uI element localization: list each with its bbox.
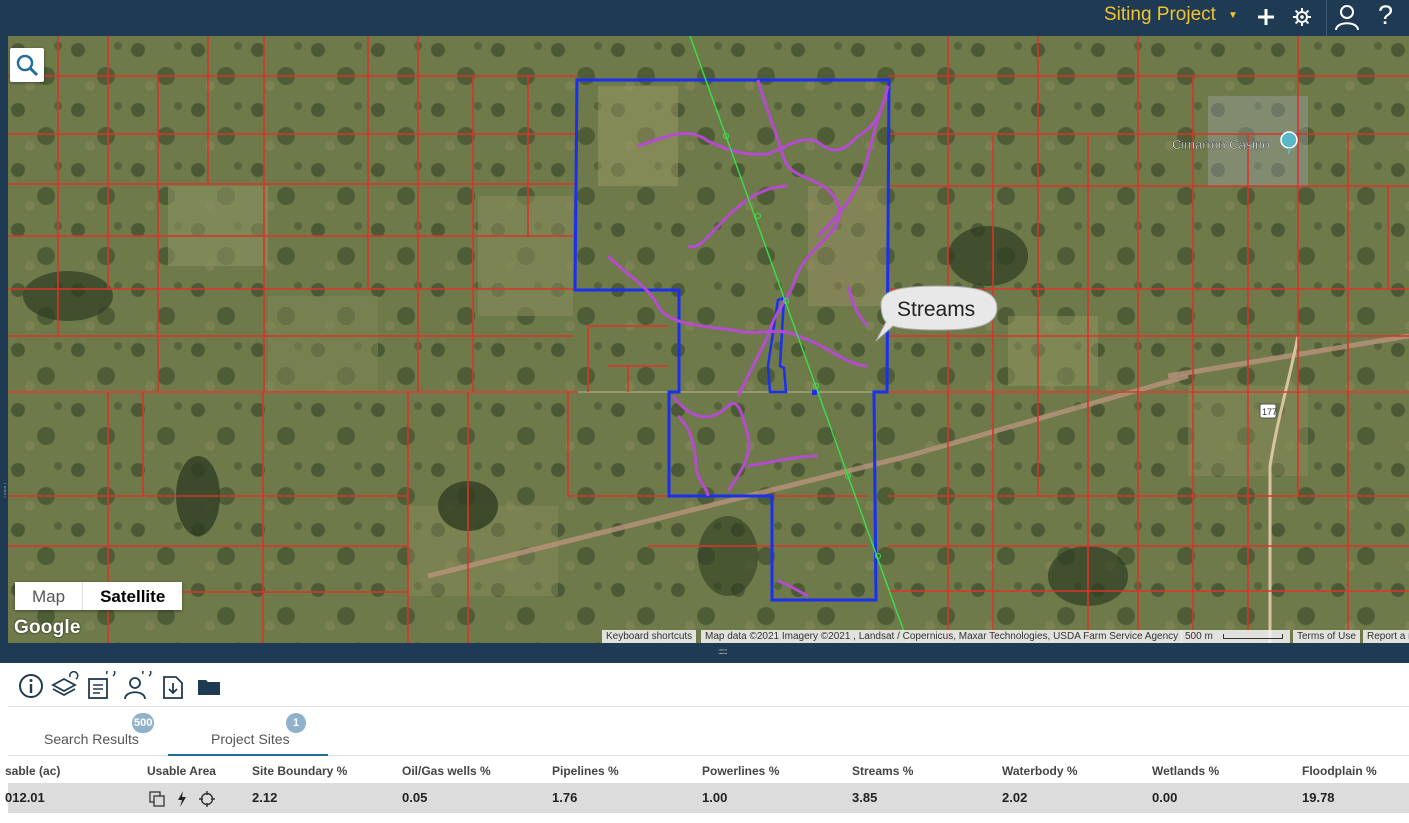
results-tabs: Search Results 500 Project Sites 1 [8,708,1409,756]
column-header[interactable]: Waterbody % [1002,764,1078,778]
info-icon[interactable] [16,671,46,701]
report-link[interactable]: Report a m [1363,630,1409,644]
tab-search-results-label: Search Results [44,731,139,747]
user-icon[interactable] [1333,3,1361,31]
map-type-satellite[interactable]: Satellite [82,582,182,610]
usable-area-actions [148,789,228,809]
scale-bar [1223,634,1283,639]
map-attribution: Map data ©2021 Imagery ©2021 , Landsat /… [701,630,1183,644]
cell-site-boundary: 2.12 [252,790,278,805]
cell-waterbody: 2.02 [1002,790,1028,805]
copy-area-icon[interactable] [148,790,166,808]
add-icon[interactable] [1255,6,1277,28]
map-type-map[interactable]: Map [15,582,82,610]
highway-label: 177 [1262,407,1277,417]
keyboard-shortcuts-link[interactable]: Keyboard shortcuts [602,630,697,644]
panel-toolbar [8,663,1409,707]
project-sites-badge: 1 [286,713,306,733]
splitter-handle[interactable]: ::::::: [718,647,728,656]
cell-powerlines: 1.00 [702,790,728,805]
folder-icon[interactable] [194,671,224,701]
table-row[interactable]: 012.01 2.12 0.05 1.76 1.00 3.85 2.02 0.0… [5,783,1409,813]
casino-marker-icon [1280,131,1298,149]
column-header[interactable]: Floodplain % [1302,764,1377,778]
download-icon[interactable] [158,671,188,701]
cell-wetlands: 0.00 [1152,790,1178,805]
column-header[interactable]: Usable Area [147,764,216,778]
google-logo: Google [14,617,81,638]
column-header[interactable]: Powerlines % [702,764,779,778]
map-scale: 500 m [1181,630,1290,644]
panel-splitter[interactable] [0,643,1409,663]
left-resize-strip [0,36,8,643]
user-refresh-icon[interactable] [122,671,152,701]
search-results-badge: 500 [132,713,155,733]
place-label: Cimarron Casino [1172,137,1270,152]
bottom-panel: Search Results 500 Project Sites 1 sable… [0,663,1409,823]
search-icon [16,54,39,77]
column-header[interactable]: Streams % [852,764,913,778]
lightning-icon[interactable] [176,790,188,808]
column-header[interactable]: sable (ac) [5,764,60,778]
settings-icon[interactable] [1291,6,1313,28]
cell-streams: 3.85 [852,790,878,805]
project-name[interactable]: Siting Project [1104,4,1216,26]
cell-usable-ac: 012.01 [5,790,45,805]
callout-label: Streams [897,298,975,321]
map-type-control: Map Satellite [15,582,183,610]
tab-project-sites-label: Project Sites [211,731,290,747]
left-resize-handle[interactable]: ⋮ ⋮ ⋮ [1,483,9,515]
column-header[interactable]: Site Boundary % [252,764,347,778]
report-refresh-icon[interactable] [86,671,116,701]
toolbar-divider [1326,0,1327,36]
cell-floodplain: 19.78 [1302,790,1335,805]
column-header[interactable]: Wetlands % [1152,764,1219,778]
map-search-button[interactable] [10,48,44,82]
map-canvas[interactable]: Cimarron Casino 177 Streams [8,36,1409,643]
tab-search-results[interactable]: Search Results 500 [8,708,168,756]
satellite-map[interactable]: Cimarron Casino 177 Streams [8,36,1409,643]
locate-icon[interactable] [198,790,216,808]
help-icon[interactable]: ? [1378,0,1393,31]
column-header[interactable]: Oil/Gas wells % [402,764,491,778]
table-header: sable (ac) Usable Area Site Boundary % O… [5,757,1409,783]
scale-label: 500 m [1185,631,1213,642]
cell-pipelines: 1.76 [552,790,578,805]
dropdown-caret-icon[interactable]: ▼ [1228,10,1238,21]
top-bar: Siting Project ▼ ? [0,0,1409,36]
column-header[interactable]: Pipelines % [552,764,619,778]
cell-oil-gas: 0.05 [402,790,428,805]
layers-refresh-icon[interactable] [50,671,80,701]
terms-link[interactable]: Terms of Use [1293,630,1360,644]
tab-project-sites[interactable]: Project Sites 1 [168,708,328,756]
